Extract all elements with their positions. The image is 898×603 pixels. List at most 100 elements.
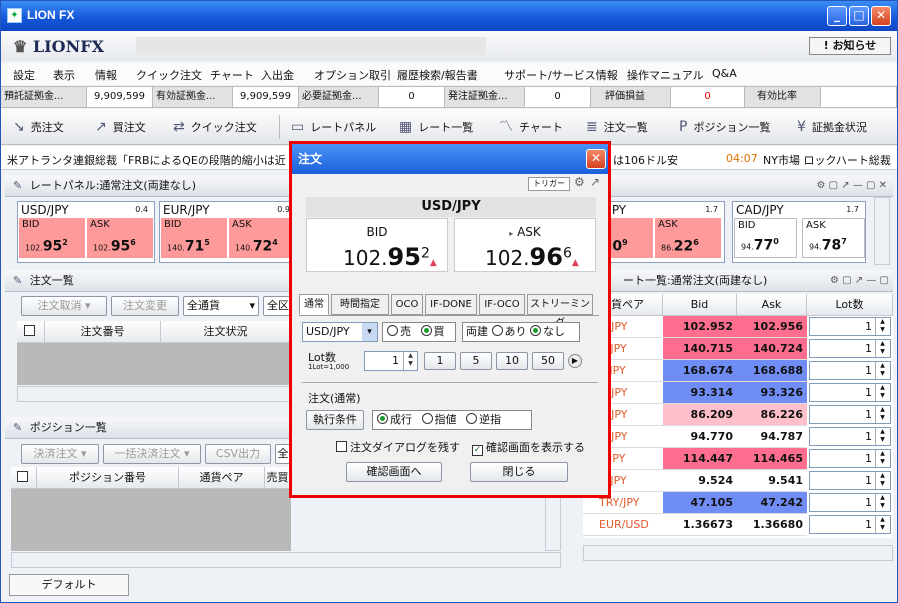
bid-cell[interactable]: 102.952 <box>663 316 737 338</box>
rate-card-cadjpy[interactable]: CAD/JPY 1.7 BID 94.770 ASK 94.787 <box>732 201 866 263</box>
bid-cell[interactable]: 168.674 <box>663 360 737 382</box>
bid-button[interactable]: BID 102.952 <box>19 218 85 258</box>
panel-window-controls[interactable]: ⚙ ▢ ↗ — ▢ ✕ <box>816 175 887 197</box>
trigger-button[interactable]: トリガー <box>528 177 570 191</box>
table-row[interactable]: D/JPY 94.770 94.787 1 ▲ ▼ <box>583 426 893 448</box>
table-row[interactable]: D/JPY 102.952 102.956 1 ▲ ▼ <box>583 316 893 338</box>
sell-order-button[interactable]: ↘ 売注文 <box>13 119 64 135</box>
lot-preset-button[interactable]: 50 <box>532 352 564 370</box>
column-header[interactable]: 注文番号 <box>45 321 161 343</box>
bid-cell[interactable]: 114.447 <box>663 448 737 470</box>
title-bar[interactable]: ✦ LION FX _ □ ✕ <box>1 1 897 31</box>
popout-icon[interactable]: ↗ <box>590 175 600 189</box>
menu-info[interactable]: 情報 <box>95 67 117 83</box>
lot-stepper-icon[interactable]: ▲ ▼ <box>875 362 889 379</box>
lot-stepper-icon[interactable]: ▲ ▼ <box>875 516 889 533</box>
buy-radio[interactable]: 買 <box>420 325 445 338</box>
rate-panel-button[interactable]: ▭ レートパネル <box>291 119 376 135</box>
hedge-no-radio[interactable]: なし <box>530 325 565 338</box>
lot-stepper-icon[interactable]: ▲ ▼ <box>875 494 889 511</box>
stop-radio[interactable]: 逆指 <box>466 413 501 426</box>
lot-stepper-icon[interactable]: ▲ ▼ <box>875 472 889 489</box>
tab-normal[interactable]: 通常 <box>299 294 329 315</box>
quick-order-button[interactable]: ⇄ クイック注文 <box>173 119 257 135</box>
select-all-checkbox[interactable] <box>11 467 37 489</box>
cancel-order-button[interactable]: 注文取消 ▾ <box>21 296 107 316</box>
bid-cell[interactable]: 93.314 <box>663 382 737 404</box>
ask-button[interactable]: ASK 94.787 <box>802 218 865 258</box>
lot-stepper-icon[interactable]: ▲ ▼ <box>403 352 417 370</box>
menu-quick-order[interactable]: クイック注文 <box>136 67 202 83</box>
rate-list-hscroll[interactable] <box>583 545 893 561</box>
dialog-bid-button[interactable]: BID 102.952▲ <box>306 218 448 272</box>
rate-list-button[interactable]: ▦ レート一覧 <box>399 119 473 135</box>
lot-preset-button[interactable]: 10 <box>496 352 528 370</box>
menu-chart[interactable]: チャート <box>210 67 254 83</box>
column-header[interactable]: Ask <box>737 294 807 316</box>
table-row[interactable]: TRY/JPY 47.105 47.242 1 ▲ ▼ <box>583 492 893 514</box>
lot-stepper-icon[interactable]: ▲ ▼ <box>875 428 889 445</box>
position-hscroll[interactable] <box>11 552 561 568</box>
bid-cell[interactable]: 1.36673 <box>663 514 737 536</box>
currency-filter-select[interactable]: 全通貨 ▾ <box>183 296 259 316</box>
settings-gear-icon[interactable]: ⚙ <box>574 175 585 189</box>
menu-manual[interactable]: 操作マニュアル <box>627 67 704 83</box>
menu-deposit[interactable]: 入出金 <box>261 67 294 83</box>
table-row[interactable]: P/JPY 168.674 168.688 1 ▲ ▼ <box>583 360 893 382</box>
bid-cell[interactable]: 47.105 <box>663 492 737 514</box>
position-list-button[interactable]: P ポジション一覧 <box>679 119 770 135</box>
order-list-hscroll[interactable] <box>17 386 291 402</box>
bid-button[interactable]: BID 140.715 <box>161 218 227 258</box>
bid-button[interactable]: BID 94.770 <box>734 218 797 258</box>
tab-oco[interactable]: OCO <box>391 294 423 315</box>
ask-cell[interactable]: 9.541 <box>737 470 807 492</box>
column-header[interactable]: 売買 <box>265 467 291 489</box>
notice-button[interactable]: ! お知らせ <box>809 37 891 55</box>
order-list-button[interactable]: ≣ 注文一覧 <box>586 119 648 135</box>
ask-cell[interactable]: 93.326 <box>737 382 807 404</box>
lot-stepper-icon[interactable]: ▲ ▼ <box>875 318 889 335</box>
column-header[interactable]: Lot数 <box>807 294 893 316</box>
bid-cell[interactable]: 9.524 <box>663 470 737 492</box>
csv-export-button[interactable]: CSV出力 <box>205 444 271 464</box>
close-button[interactable]: ✕ <box>871 6 891 26</box>
dialog-ask-button[interactable]: ▸ ASK 102.966▲ <box>454 218 596 272</box>
rate-card-usdjpy[interactable]: USD/JPY 0.4 BID 102.952 ASK 102.956 <box>17 201 155 263</box>
modify-order-button[interactable]: 注文変更 <box>111 296 179 316</box>
bid-cell[interactable]: 94.770 <box>663 426 737 448</box>
position-vscroll[interactable] <box>545 489 561 551</box>
table-row[interactable]: D/JPY 86.209 86.226 1 ▲ ▼ <box>583 404 893 426</box>
market-radio[interactable]: 成行 <box>377 413 412 426</box>
rate-card-eurjpy[interactable]: EUR/JPY 0.9 BID 140.715 ASK 140.724 <box>159 201 297 263</box>
lot-input[interactable]: 1 ▲ ▼ <box>364 351 418 371</box>
tab-ifoco[interactable]: IF-OCO <box>479 294 525 315</box>
minimize-button[interactable]: _ <box>827 6 847 26</box>
column-header[interactable]: ポジション番号 <box>37 467 179 489</box>
limit-radio[interactable]: 指値 <box>421 413 457 426</box>
column-header[interactable]: 注文状況 <box>161 321 291 343</box>
dialog-title-bar[interactable]: 注文 <box>292 144 608 174</box>
ask-button[interactable]: ASK 140.724 <box>229 218 295 258</box>
menu-history[interactable]: 履歴検索/報告書 <box>397 67 478 83</box>
dialog-close-icon[interactable]: ✕ <box>586 149 606 169</box>
menu-view[interactable]: 表示 <box>53 67 75 83</box>
chart-button[interactable]: 〽チャート <box>499 119 563 135</box>
rate-panel-scrollbar[interactable] <box>874 197 890 265</box>
table-row[interactable]: EUR/USD 1.36673 1.36680 1 ▲ ▼ <box>583 514 893 536</box>
hedge-yes-radio[interactable]: あり <box>491 325 527 338</box>
table-row[interactable]: D/JPY 93.314 93.326 1 ▲ ▼ <box>583 382 893 404</box>
column-header[interactable]: Bid <box>663 294 737 316</box>
table-row[interactable]: R/JPY 140.715 140.724 1 ▲ ▼ <box>583 338 893 360</box>
close-dialog-button[interactable]: 閉じる <box>470 462 568 482</box>
ask-cell[interactable]: 140.724 <box>737 338 807 360</box>
table-row[interactable]: F/JPY 114.447 114.465 1 ▲ ▼ <box>583 448 893 470</box>
tab-time[interactable]: 時間指定 <box>331 294 389 315</box>
ask-cell[interactable]: 1.36680 <box>737 514 807 536</box>
select-all-checkbox[interactable] <box>17 321 45 343</box>
tab-streaming[interactable]: ストリーミング <box>527 294 593 329</box>
sell-radio[interactable]: 売 <box>387 325 411 338</box>
keep-dialog-checkbox[interactable]: 注文ダイアログを残す <box>336 439 460 455</box>
bid-cell[interactable]: 86.209 <box>663 404 737 426</box>
maximize-button[interactable]: □ <box>849 6 869 26</box>
lot-stepper-icon[interactable]: ▲ ▼ <box>875 406 889 423</box>
